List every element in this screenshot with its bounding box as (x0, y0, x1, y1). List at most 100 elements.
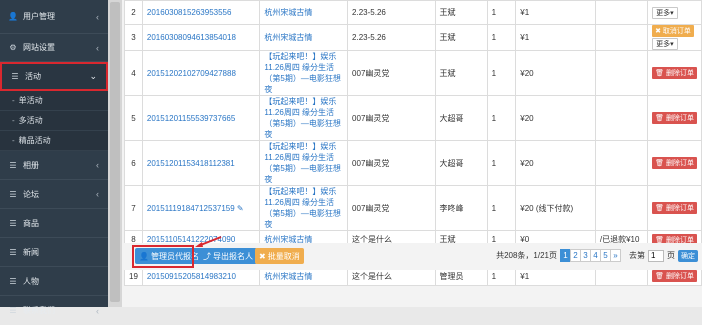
delete-order-button[interactable]: 🗑 删除订单 (652, 112, 697, 124)
cancel-order-button[interactable]: ✖ 取消订单 (652, 25, 694, 37)
sidebar-item-news[interactable]: ☰ 新闻 (0, 238, 108, 267)
list-icon: ☰ (9, 189, 17, 199)
registrant-name: 李咚峰 (434, 185, 488, 231)
activity-date: 2.23-5.26 (347, 0, 436, 25)
list-icon: ☰ (9, 276, 17, 286)
activity-date: 007幽灵党 (347, 140, 436, 186)
list-icon: ☰ (9, 306, 17, 315)
sidebar-item-goods[interactable]: ☰ 商品 (0, 209, 108, 238)
sidebar-item-activities[interactable]: ☰ 活动 ⌄ (0, 62, 108, 91)
row-index: 7 (124, 185, 143, 231)
list-icon: ☰ (11, 72, 19, 81)
chevron-left-icon: ‹ (96, 42, 99, 53)
more-dropdown-button[interactable]: 更多▾ (652, 6, 678, 19)
row-actions: 🗑 删除订单 (647, 50, 702, 96)
goto-confirm-button[interactable]: 确定 (678, 249, 698, 262)
chevron-left-icon: ‹ (96, 160, 99, 170)
page-next-link[interactable]: » (610, 249, 621, 262)
sidebar-subitem-single-activity[interactable]: - 单活动 (0, 91, 108, 111)
order-number-link[interactable]: 20151119184712537159 ✎ (141, 185, 261, 231)
activity-title-link[interactable]: 【玩起来吧！】娱乐 11.26周四 缘分生活（第5期）—电影狂想夜 (259, 185, 349, 231)
sidebar-item-label: 活动 (25, 72, 41, 81)
delete-order-button[interactable]: 🗑 删除订单 (652, 67, 697, 79)
delete-order-button[interactable]: 🗑 删除订单 (652, 202, 697, 214)
sidebar-item-album[interactable]: ☰ 相册 ‹ (0, 151, 108, 180)
quantity: 1 (486, 0, 517, 25)
sidebar-item-label: 相册 (23, 160, 39, 170)
registrant-name: 大超哥 (434, 140, 488, 186)
row-actions: ✖ 取消订单更多▾ (647, 24, 702, 51)
row-index: 6 (124, 140, 143, 186)
refund-note (594, 50, 649, 96)
order-number-link[interactable]: 2016030809461385401​8 (141, 24, 261, 51)
refund-note (594, 95, 649, 141)
activity-title-link[interactable]: 【玩起来吧！】娱乐 11.26周四 缘分生活（第5期）—电影狂想夜 (259, 140, 349, 186)
price: ¥20 (515, 50, 596, 96)
pagination-summary: 共208条，1/21页 (496, 251, 557, 260)
table-row: 7 20151119184712537159 ✎ 【玩起来吧！】娱乐 11.26周四… (124, 185, 702, 231)
refund-note (594, 185, 649, 231)
more-dropdown-button[interactable]: 更多▾ (652, 38, 678, 50)
quantity: 1 (486, 140, 517, 186)
sidebar-item-forum[interactable]: ☰ 论坛 ‹ (0, 180, 108, 209)
chevron-left-icon: ‹ (96, 189, 99, 199)
activity-title-link[interactable]: 【玩起来吧！】娱乐 11.26周四 缘分生活（第5期）—电影狂想夜 (259, 50, 349, 96)
activity-date: 007幽灵党 (347, 50, 436, 96)
chevron-down-icon: ⌄ (89, 71, 97, 81)
users-icon: 👤 (8, 12, 18, 21)
price: ¥20 (515, 140, 596, 186)
goto-page-input[interactable] (648, 249, 664, 262)
export-icon: ⤴ (203, 251, 211, 261)
activity-date: 007幽灵党 (347, 185, 436, 231)
registrant-name: 王斌 (434, 50, 488, 96)
chevron-left-icon: ‹ (96, 305, 99, 316)
sidebar-scrollbar-thumb[interactable] (110, 2, 120, 302)
quantity: 1 (486, 50, 517, 96)
main-content: 2 2016030815263953556 杭州宋城古情 2.23-5.26 王斌 1 ¥1… (122, 0, 702, 307)
table-row: 6 20151201153418112381 【玩起来吧！】娱乐 11.26周四 缘… (124, 140, 702, 186)
delete-order-button[interactable]: 🗑 删除订单 (652, 157, 697, 169)
registrant-name: 王斌 (434, 24, 488, 51)
sidebar-item-label: 论坛 (23, 189, 39, 199)
price: ¥20 (515, 95, 596, 141)
row-index: 4 (124, 50, 143, 96)
sidebar-item-contact[interactable]: ☰ 联系我们 ‹ (0, 296, 108, 325)
order-number-link[interactable]: 20151202102709427888 (141, 50, 261, 96)
goto-label: 去第 (629, 251, 645, 260)
table-row: 4 20151202102709427888 【玩起来吧！】娱乐 11.26周四 缘… (124, 50, 702, 96)
delete-order-button[interactable]: 🗑 删除订单 (652, 270, 697, 282)
batch-cancel-button[interactable]: ✖ 批量取消 (255, 248, 304, 264)
activity-title-link[interactable]: 杭州宋城古情 (259, 24, 349, 51)
table-row: 2 2016030815263953556 杭州宋城古情 2.23-5.26 王斌 1 ¥1… (124, 0, 702, 25)
price: ¥1 (515, 24, 596, 51)
table-row: 3 2016030809461385401​8 杭州宋城古情 2.23-5.26 王斌 1… (124, 24, 702, 51)
order-number-link[interactable]: 2015120115553973766​5 (141, 95, 261, 141)
row-actions: 🗑 删除订单 (647, 95, 702, 141)
sidebar-item-people[interactable]: ☰ 人物 (0, 267, 108, 296)
activity-date: 007幽灵党 (347, 95, 436, 141)
registrant-name: 王斌 (434, 0, 488, 25)
price: ¥1 (515, 0, 596, 25)
pagination: 共208条，1/21页 1 2 3 4 5 » 去第 页 确定 (496, 249, 698, 262)
order-number-link[interactable]: 2016030815263953556 (141, 0, 261, 25)
export-registrants-button[interactable]: ⤴ 导出报名人 (199, 248, 257, 264)
sidebar-subitem-multi-activity[interactable]: - 多活动 (0, 111, 108, 131)
activity-title-link[interactable]: 【玩起来吧！】娱乐 11.26周四 缘分生活（第5期）—电影狂想夜 (259, 95, 349, 141)
activity-date: 2.23-5.26 (347, 24, 436, 51)
sidebar-subitem-label: 单活动 (18, 96, 43, 105)
sidebar-subitem-label: 精品活动 (18, 136, 51, 145)
page-unit-label: 页 (667, 251, 675, 260)
edit-icon[interactable]: ✎ (235, 204, 244, 213)
sidebar-item-site-settings[interactable]: ⚙ 网站设置 ‹ (0, 34, 108, 62)
row-actions: 🗑 删除订单 (647, 140, 702, 186)
cogs-icon: ⚙ (9, 43, 17, 52)
sidebar-item-label: 新闻 (23, 247, 39, 257)
sidebar-subitem-featured-activity[interactable]: - 精品活动 (0, 131, 108, 151)
registrant-name: 大超哥 (434, 95, 488, 141)
row-actions: 🗑 删除订单 (647, 185, 702, 231)
sidebar-item-label: 用户管理 (23, 12, 55, 21)
activity-title-link[interactable]: 杭州宋城古情 (259, 0, 349, 25)
row-actions: 更多▾ (647, 0, 702, 25)
order-number-link[interactable]: 20151201153418112381 (141, 140, 261, 186)
sidebar-item-users[interactable]: 👤 用户管理 ‹ (0, 0, 108, 34)
